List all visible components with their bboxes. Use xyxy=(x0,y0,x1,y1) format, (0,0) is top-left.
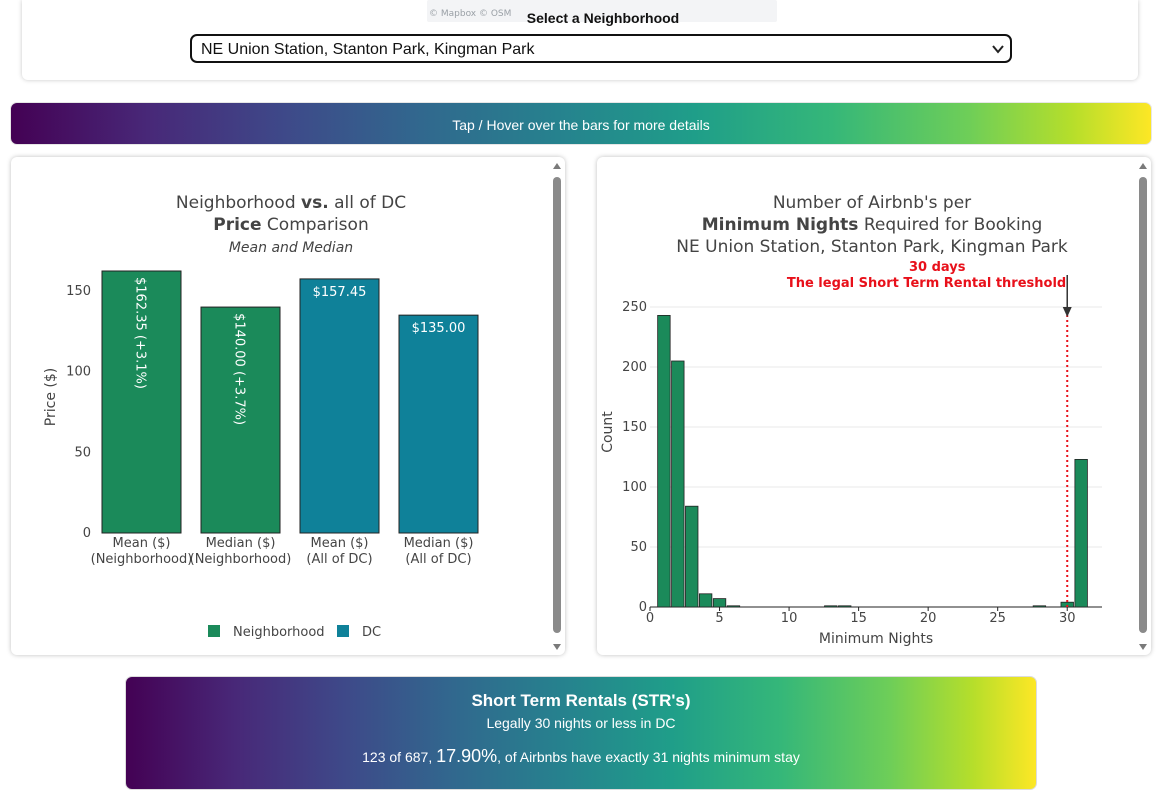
nights-chart-neighborhood: NE Union Station, Stanton Park, Kingman … xyxy=(676,237,1068,257)
nights-x-tick-label: 5 xyxy=(715,611,723,626)
price-x-tick-label: (All of DC) xyxy=(405,552,471,567)
price-x-axis: Mean ($)(Neighborhood)Median ($)(Neighbo… xyxy=(91,536,474,567)
neighborhood-select[interactable]: NE Union Station, Stanton Park, Kingman … xyxy=(190,34,1012,63)
nights-bar[interactable] xyxy=(1032,605,1047,608)
price-x-tick-label: (Neighborhood) xyxy=(190,552,292,567)
legend-item-dc[interactable]: DC xyxy=(337,625,381,640)
price-y-tick-label: 0 xyxy=(83,526,91,541)
price-bar-label: $135.00 xyxy=(412,321,466,336)
nights-bar[interactable] xyxy=(838,605,852,608)
str-stat-prefix: 123 of 687, xyxy=(362,749,437,765)
nights-bar[interactable] xyxy=(657,314,671,608)
scroll-up-icon[interactable] xyxy=(553,163,561,169)
price-comparison-chart: Neighborhood vs. all of DC Price Compari… xyxy=(43,193,479,640)
nights-x-axis-title: Minimum Nights xyxy=(819,631,933,647)
price-y-tick-label: 100 xyxy=(66,365,91,380)
price-y-axis: 0 50 100 150 xyxy=(66,284,91,541)
price-bar-label: $162.35 (+3.1%) xyxy=(133,277,148,389)
price-bars: $162.35 (+3.1%) $140.00 (+3.7%) $157.45 $13… xyxy=(101,270,479,534)
nights-y-tick-label: 150 xyxy=(622,420,647,435)
str-summary-subtitle: Legally 30 nights or less in DC xyxy=(486,715,676,731)
str-summary-title: Short Term Rentals (STR's) xyxy=(471,691,691,710)
price-bar[interactable] xyxy=(299,278,380,534)
price-x-tick-label: Mean ($) xyxy=(113,536,171,551)
price-bar-label: $157.45 xyxy=(313,285,367,300)
price-chart-subtitle: Mean and Median xyxy=(229,240,353,256)
nights-x-tick-label: 25 xyxy=(989,611,1006,626)
chevron-down-icon xyxy=(992,45,1004,54)
price-bar-label: $140.00 (+3.7%) xyxy=(232,313,247,425)
threshold-annotation-days: 30 days xyxy=(909,260,966,275)
nights-x-tick-label: 20 xyxy=(920,611,937,626)
scroll-thumb[interactable] xyxy=(1139,177,1147,633)
nights-gridlines xyxy=(650,306,1102,608)
hover-hint-banner: Tap / Hover over the bars for more detai… xyxy=(10,102,1152,145)
nights-chart-title: Number of Airbnb's per xyxy=(773,193,971,213)
scroll-thumb[interactable] xyxy=(553,177,561,633)
nights-bar[interactable] xyxy=(1074,458,1088,608)
nights-bar[interactable] xyxy=(726,605,741,608)
nights-x-tick-label: 15 xyxy=(850,611,867,626)
hover-hint-text: Tap / Hover over the bars for more detai… xyxy=(452,117,710,133)
neighborhood-select-label: Select a Neighborhood xyxy=(526,10,680,26)
price-panel-scrollbar[interactable] xyxy=(549,157,565,655)
legend-swatch-dc xyxy=(337,625,349,637)
nights-bars xyxy=(657,314,1088,608)
str-summary-stat: 123 of 687, 17.90%, of Airbnbs have exac… xyxy=(126,746,1036,767)
legend-item-neighborhood[interactable]: Neighborhood xyxy=(208,625,325,640)
legend-label-dc: DC xyxy=(362,625,381,640)
nights-y-axis: 050100150200250 xyxy=(622,300,647,615)
price-chart-title: Neighborhood vs. all of DC xyxy=(176,193,406,213)
nights-y-tick-label: 200 xyxy=(622,360,647,375)
str-summary-box: Short Term Rentals (STR's) Legally 30 ni… xyxy=(125,676,1037,790)
nights-bar[interactable] xyxy=(824,605,838,608)
nights-x-tick-label: 10 xyxy=(781,611,798,626)
price-bar[interactable] xyxy=(398,314,479,534)
nights-x-axis: 0 5 10 15 20 25 30 xyxy=(646,607,1076,626)
price-x-tick-label: (Neighborhood) xyxy=(91,552,193,567)
price-x-tick-label: (All of DC) xyxy=(306,552,372,567)
nights-bar[interactable] xyxy=(712,598,727,608)
threshold-annotation-label: The legal Short Term Rental threshold xyxy=(787,276,1066,291)
price-comparison-panel: Neighborhood vs. all of DC Price Compari… xyxy=(11,157,565,655)
price-x-tick-label: Median ($) xyxy=(206,536,276,551)
price-x-tick-label: Median ($) xyxy=(404,536,474,551)
nights-x-tick-label: 30 xyxy=(1059,611,1076,626)
nights-bar[interactable] xyxy=(671,360,685,608)
nights-y-tick-label: 100 xyxy=(622,480,647,495)
price-y-tick-label: 50 xyxy=(74,445,91,460)
price-x-tick-label: Mean ($) xyxy=(311,536,369,551)
nights-x-tick-label: 0 xyxy=(646,611,654,626)
nights-y-axis-title: Count xyxy=(600,411,616,453)
legend-label-neighborhood: Neighborhood xyxy=(233,625,325,640)
scroll-down-icon[interactable] xyxy=(1139,644,1147,650)
nights-y-tick-label: 50 xyxy=(630,540,647,555)
price-y-axis-title: Price ($) xyxy=(43,368,59,426)
price-chart-title-line2: Price Comparison xyxy=(213,215,368,235)
scroll-up-icon[interactable] xyxy=(1139,163,1147,169)
arrow-down-icon xyxy=(1062,307,1072,317)
price-legend: Neighborhood DC xyxy=(208,625,381,640)
neighborhood-selector-card: © Mapbox © OSM Select a Neighborhood NE … xyxy=(22,0,1138,80)
neighborhood-select-value: NE Union Station, Stanton Park, Kingman … xyxy=(201,41,535,58)
price-y-tick-label: 150 xyxy=(66,284,91,299)
scroll-down-icon[interactable] xyxy=(553,644,561,650)
threshold-marker xyxy=(1062,275,1072,607)
legend-swatch-neighborhood xyxy=(208,625,220,637)
str-stat-percent: 17.90% xyxy=(436,746,498,766)
nights-y-tick-label: 250 xyxy=(622,300,647,315)
minimum-nights-chart: Number of Airbnb's per Minimum Nights Re… xyxy=(600,193,1102,647)
nights-bar[interactable] xyxy=(698,593,713,608)
nights-panel-scrollbar[interactable] xyxy=(1135,157,1151,655)
str-stat-suffix: , of Airbnbs have exactly 31 nights mini… xyxy=(497,749,800,765)
nights-chart-title-line2: Minimum Nights Required for Booking xyxy=(702,215,1043,235)
minimum-nights-panel: Number of Airbnb's per Minimum Nights Re… xyxy=(597,157,1151,655)
nights-bar[interactable] xyxy=(685,505,699,608)
